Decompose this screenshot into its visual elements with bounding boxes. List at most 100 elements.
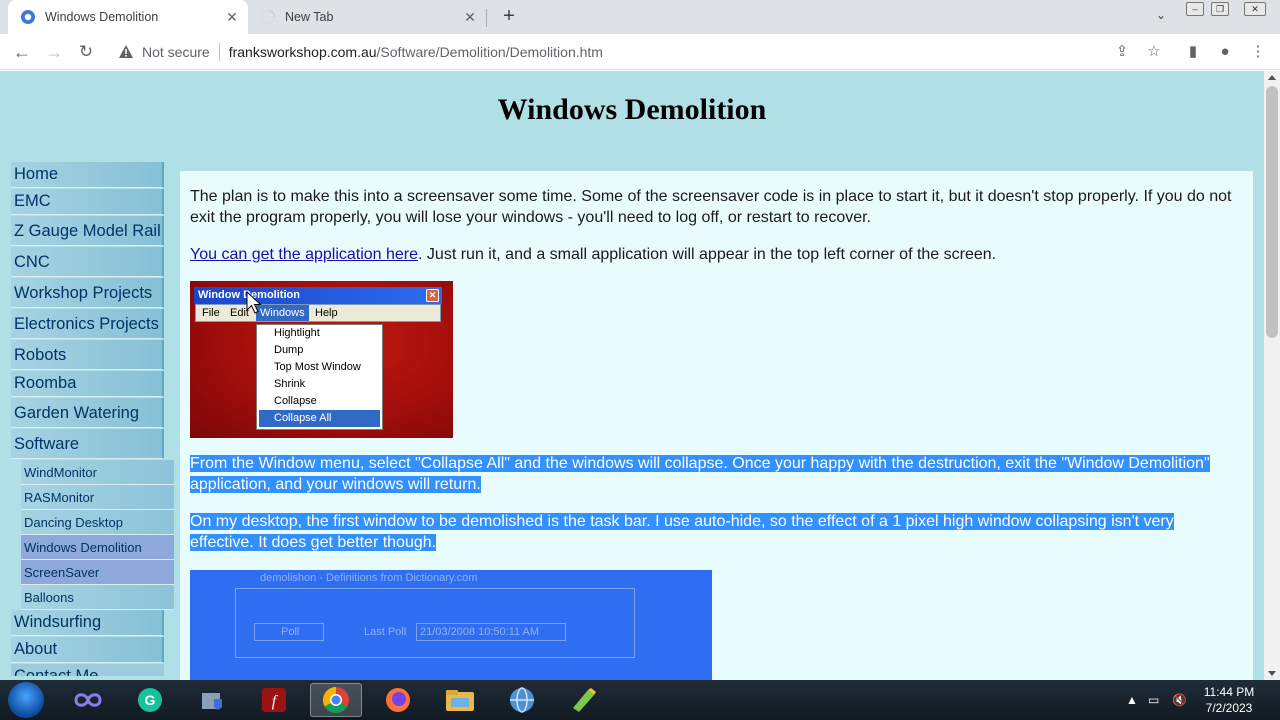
loading-icon [260,9,276,25]
back-arrow-icon[interactable]: ← [12,42,32,62]
nav-item-home[interactable]: Home [11,162,164,188]
menu-dots-icon[interactable]: ⋮ [1249,43,1267,61]
page-title: Windows Demolition [497,93,767,126]
nav-item-z-gauge[interactable]: Z Gauge Model Rail [11,216,164,246]
menu-help: Help [315,307,338,319]
nav-subitem-windows-demolition[interactable]: Windows Demolition [21,535,174,560]
tray-overflow-icon[interactable]: ▲ [1126,680,1138,720]
restore-button[interactable]: ❐ [1211,2,1229,16]
security-label: Not secure [142,44,210,60]
tab-separator [486,9,487,27]
vertical-scrollbar[interactable] [1264,71,1280,680]
globe-icon [21,10,35,24]
nav-item-workshop-projects[interactable]: Workshop Projects [11,278,164,308]
tab-title: Windows Demolition [45,10,159,24]
new-tab-button[interactable]: + [498,6,520,28]
address-toolbar: ← → ↻ Not secure franksworkshop.com.au/S… [0,34,1280,70]
nav-item-emc[interactable]: EMC [11,189,164,215]
main-content: The plan is to make this into a screensa… [180,171,1253,680]
svg-text:G: G [145,692,156,708]
nav-subitem-screensaver[interactable]: ScreenSaver [21,560,174,585]
download-link[interactable]: You can get the application here [190,246,418,263]
omnibox-divider [218,43,220,61]
nav-item-software[interactable]: Software [11,429,164,459]
firefox-icon[interactable] [372,683,424,717]
menu-item-collapse: Collapse [274,395,317,407]
nav-item-about[interactable]: About [11,637,164,663]
nav-item-cnc[interactable]: CNC [11,247,164,277]
grammarly-icon[interactable]: G [124,683,176,717]
download-paragraph: You can get the application here. Just r… [190,244,1240,265]
menu-file: File [202,307,220,319]
chevron-down-icon[interactable]: ⌄ [1152,8,1170,26]
clock-date: 7/2/2023 [1205,701,1253,715]
screenshot-caption: demolishon - Definitions from Dictionary… [260,572,478,584]
side-panel-icon[interactable]: ▮ [1184,43,1202,61]
nav-item-garden-watering[interactable]: Garden Watering [11,398,164,428]
nav-item-contact-me[interactable]: Contact Me [11,664,164,676]
start-button[interactable] [8,682,44,718]
collapse-paragraph: From the Window menu, select "Collapse A… [190,453,1240,495]
windows-taskbar: G f ▲ ▭ 🔇 11:44 PM 7/2/2023 [0,680,1280,720]
tab-new-tab[interactable]: New Tab ✕ [250,0,486,34]
window-title-bar: Window Demolition ✕ [194,287,442,304]
url-host: franksworkshop.com.au [228,44,377,60]
poll-label: Poll [281,626,300,638]
profile-icon[interactable]: ● [1216,43,1234,61]
close-icon[interactable]: ✕ [222,7,242,27]
windows-menu-dropdown: Hightlight Dump Top Most Window Shrink C… [256,324,383,430]
menu-item-shrink: Shrink [274,378,306,390]
infinity-app-icon[interactable] [62,683,114,717]
menu-bar: File Edit Windows Help [195,304,441,322]
scroll-up-arrow-icon[interactable] [1268,75,1276,80]
scroll-thumb[interactable] [1266,86,1278,338]
nav-item-windsurfing[interactable]: Windsurfing [11,610,164,636]
close-icon: ✕ [426,289,439,302]
tab-windows-demolition[interactable]: Windows Demolition ✕ [8,0,248,34]
scroll-down-arrow-icon[interactable] [1268,671,1276,676]
tab-strip: Windows Demolition ✕ New Tab ✕ + ⌄ – ❐ ✕ [0,0,1280,34]
collapse-line-2: application, and your windows will retur… [190,476,481,493]
nav-subitem-windmonitor[interactable]: WindMonitor [21,460,174,485]
network-globe-icon[interactable] [496,683,548,717]
last-poll-value: 21/03/2008 10:50:11 AM [420,626,540,638]
tab-title: New Tab [285,10,334,24]
menu-item-highlight: Hightlight [274,327,320,339]
file-explorer-icon[interactable] [434,683,486,717]
collapse-line-1: From the Window menu, select "Collapse A… [190,455,1210,472]
mouse-cursor-icon [246,291,262,314]
nav-item-electronics-projects[interactable]: Electronics Projects [11,309,164,339]
nav-subitem-balloons[interactable]: Balloons [21,585,174,610]
warning-icon [119,45,133,58]
nav-item-roomba[interactable]: Roomba [11,371,164,397]
forward-arrow-icon[interactable]: → [44,42,64,62]
desktop-paragraph: On my desktop, the first window to be de… [190,511,1240,553]
reload-icon[interactable]: ↻ [76,42,96,62]
page-viewport: Windows Demolition Home EMC Z Gauge Mode… [0,71,1264,680]
minimize-button[interactable]: – [1186,2,1204,16]
last-poll-label: Last Poll [364,626,407,638]
menu-item-top-most: Top Most Window [274,361,361,373]
menu-item-dump: Dump [274,344,304,356]
nav-subitem-dancing-desktop[interactable]: Dancing Desktop [21,510,174,535]
url-path: /Software/Demolition/Demolition.htm [376,44,603,60]
chrome-icon[interactable] [310,683,362,717]
flash-icon[interactable]: f [248,683,300,717]
close-window-button[interactable]: ✕ [1244,2,1266,16]
address-bar[interactable]: Not secure franksworkshop.com.au/Softwar… [110,38,1140,66]
download-text: . Just run it, and a small application w… [418,246,997,263]
screenshot-menu-image: Window Demolition ✕ File Edit Windows He… [190,281,453,438]
star-icon[interactable]: ☆ [1145,43,1163,61]
close-icon[interactable]: ✕ [460,7,480,27]
intro-paragraph: The plan is to make this into a screensa… [190,188,1232,226]
nav-subitem-rasmonitor[interactable]: RASMonitor [21,485,174,510]
nav-item-robots[interactable]: Robots [11,340,164,370]
security-shield-icon[interactable] [186,683,238,717]
desktop-line-1: On my desktop, the first window to be de… [190,513,1174,530]
system-clock[interactable]: 11:44 PM 7/2/2023 [1196,684,1262,716]
network-tray-icon[interactable]: ▭ [1148,680,1159,720]
clock-time: 11:44 PM [1203,685,1255,699]
share-icon[interactable]: ⇪ [1113,43,1131,61]
pencil-app-icon[interactable] [558,683,610,717]
volume-muted-icon[interactable]: 🔇 [1172,680,1187,720]
